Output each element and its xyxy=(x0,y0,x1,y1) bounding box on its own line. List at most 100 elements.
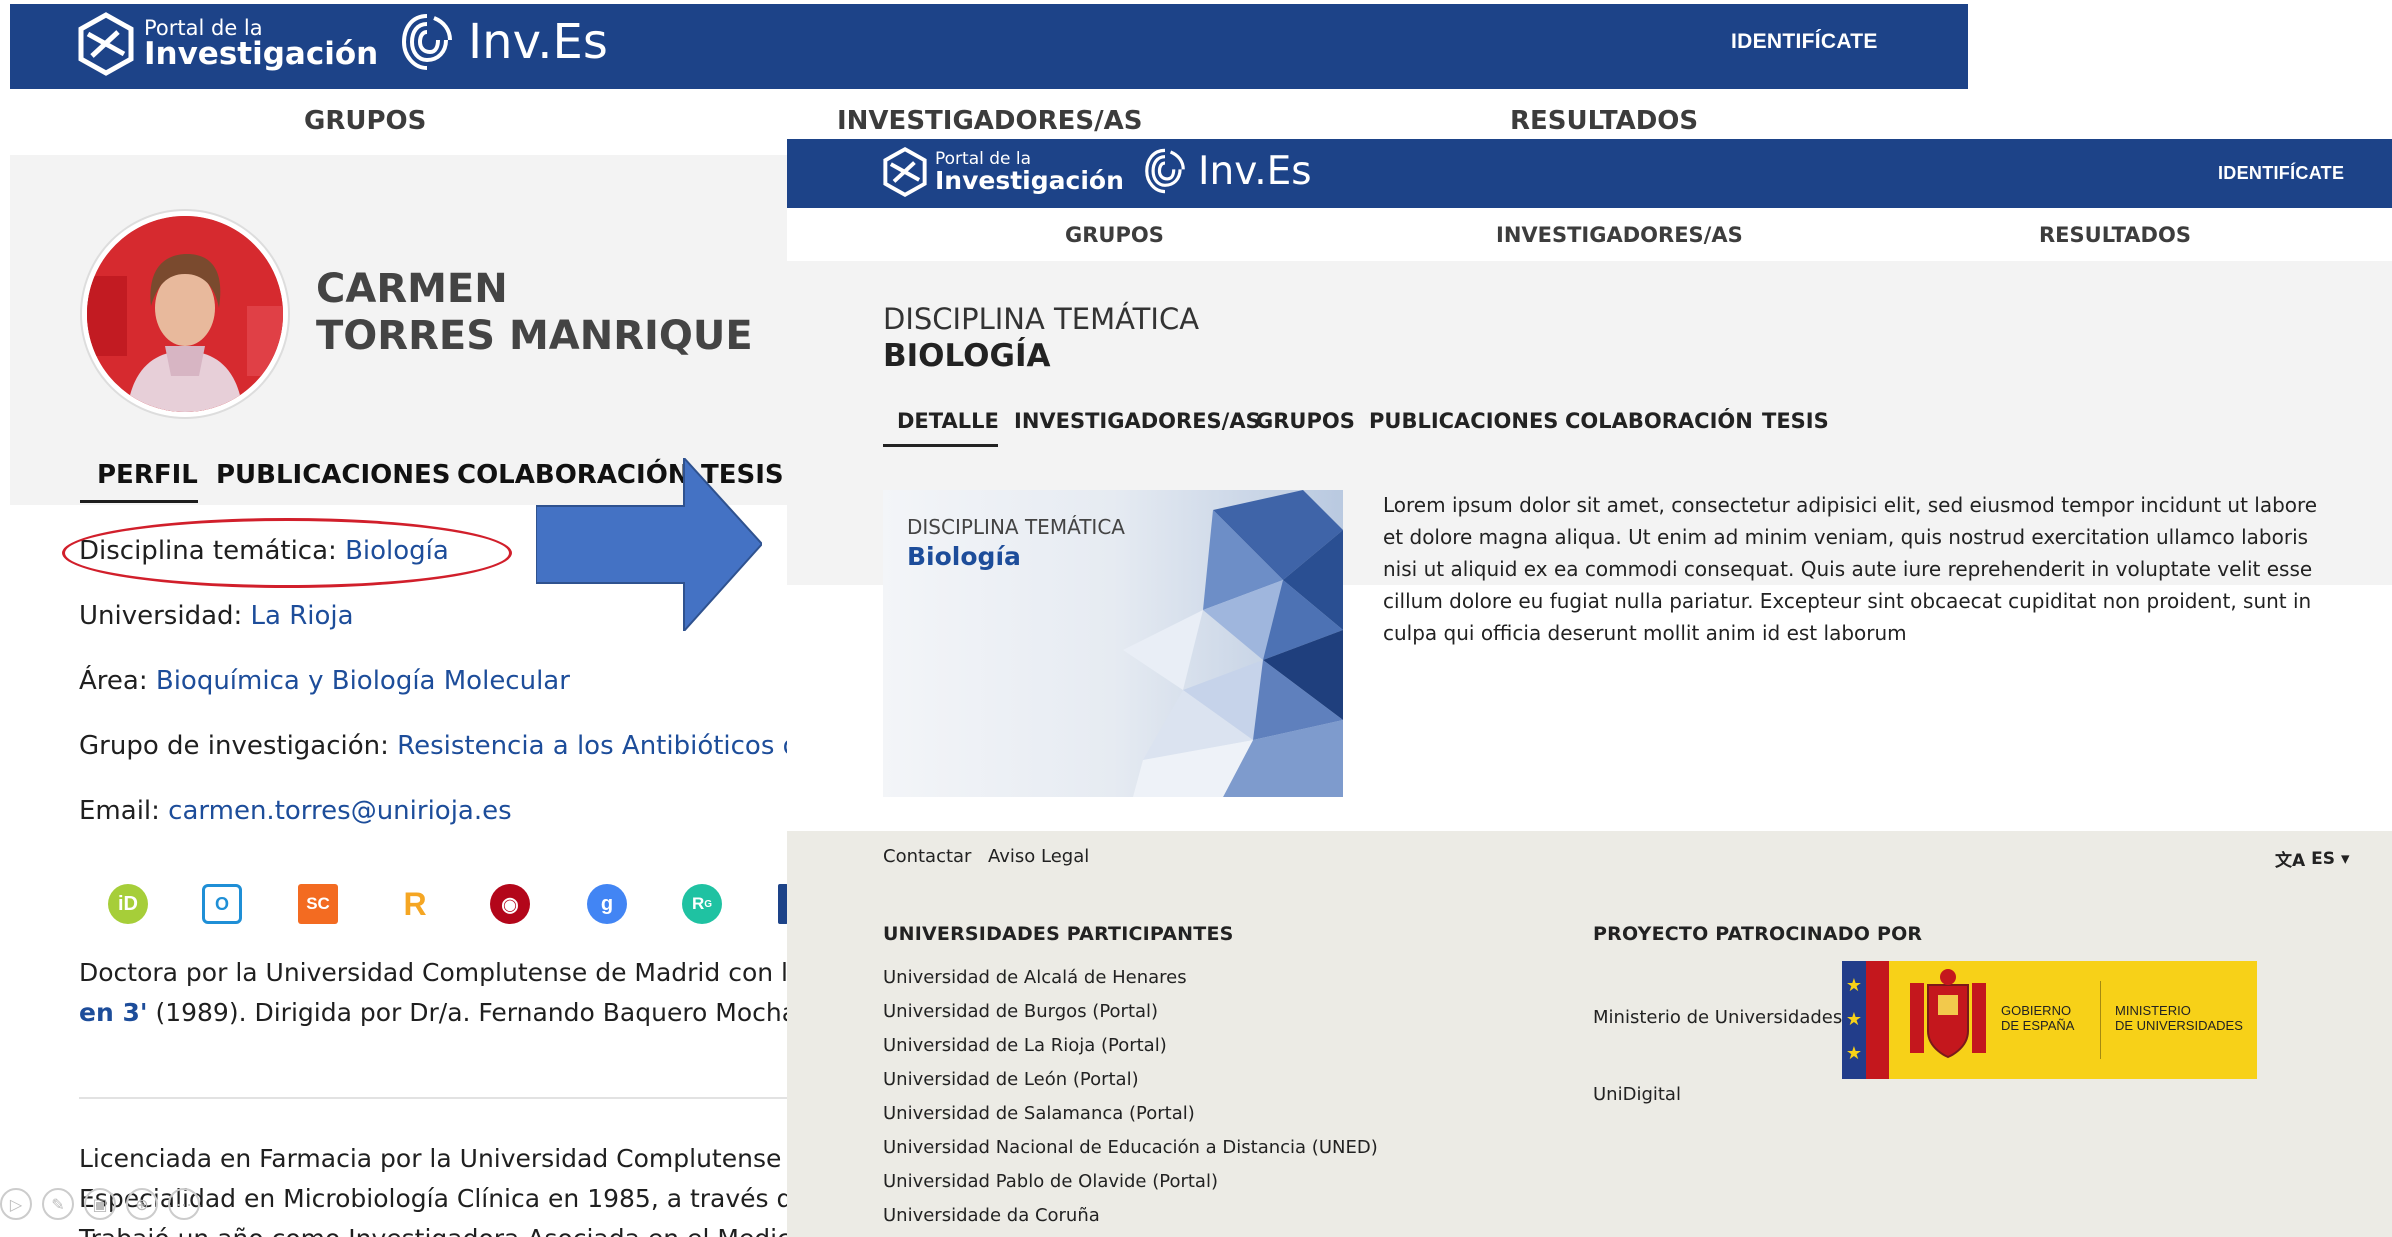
ministry-link[interactable]: Ministerio de Universidades xyxy=(1593,1007,1842,1028)
inves-logo[interactable]: Inv.Es xyxy=(398,10,608,74)
disciplina-page: Portal de la Investigación Inv.Es IDENTI… xyxy=(787,139,2392,1237)
image-icon[interactable]: ▣ xyxy=(84,1188,116,1220)
active-tab-indicator xyxy=(883,444,998,447)
university-link[interactable]: Universidad de La Rioja (Portal) xyxy=(883,1029,1378,1063)
ministry-line2: DE UNIVERSIDADES xyxy=(2115,1018,2243,1033)
universities-heading: UNIVERSIDADES PARTICIPANTES xyxy=(883,923,1234,945)
grupo-link[interactable]: Resistencia a los Antibióticos desd xyxy=(397,731,845,761)
email-link[interactable]: carmen.torres@unirioja.es xyxy=(168,796,511,826)
svg-text:★: ★ xyxy=(1846,1043,1862,1064)
site-header: Portal de la Investigación Inv.Es IDENTI… xyxy=(787,139,2392,208)
inves-text: Inv.Es xyxy=(1198,148,1312,194)
area-link[interactable]: Bioquímica y Biología Molecular xyxy=(156,666,570,696)
portal-logo[interactable]: Portal de la Investigación xyxy=(883,146,1124,198)
main-nav: GRUPOS INVESTIGADORES/AS RESULTADOS xyxy=(787,208,2392,261)
researcherid-icon[interactable]: R xyxy=(395,884,435,924)
tab-tesis[interactable]: TESIS xyxy=(1762,409,1829,433)
nav-investigadores[interactable]: INVESTIGADORES/AS xyxy=(837,106,1142,136)
gov-line1: GOBIERNO xyxy=(2001,1003,2072,1018)
inves-text: Inv.Es xyxy=(468,14,608,70)
highlight-oval-annotation xyxy=(62,518,512,588)
chevron-down-icon: ▾ xyxy=(2341,848,2350,869)
fingerprint-icon xyxy=(401,14,452,70)
thesis-text-line2: en 3' (1989). Dirigida por Dr/a. Fernand… xyxy=(79,993,819,1033)
researchgate-icon[interactable]: RG xyxy=(682,884,722,924)
nav-grupos[interactable]: GRUPOS xyxy=(1065,223,1164,247)
fingerprint-icon xyxy=(1145,148,1185,194)
university-link[interactable]: Universidad Pablo de Olavide (Portal) xyxy=(883,1165,1378,1199)
university-link[interactable]: Universidade da Coruña xyxy=(883,1199,1378,1233)
page-title: BIOLOGÍA xyxy=(883,338,1051,374)
university-link[interactable]: Universidad Nacional de Educación a Dist… xyxy=(883,1131,1378,1165)
publons-icon[interactable]: O xyxy=(202,884,242,924)
logo-big-text: Investigación xyxy=(935,166,1124,195)
login-link[interactable]: IDENTIFÍCATE xyxy=(2218,163,2344,184)
language-value: ES xyxy=(2311,848,2336,869)
svg-text:★: ★ xyxy=(1846,1009,1862,1030)
thesis-text-line1: Doctora por la Universidad Complutense d… xyxy=(79,958,804,987)
universities-list: Universidad de Alcalá de Henares Univers… xyxy=(883,961,1378,1233)
avatar-portrait xyxy=(87,216,283,412)
pen-icon[interactable]: ✎ xyxy=(42,1188,74,1220)
gov-line2: DE ESPAÑA xyxy=(2001,1018,2075,1033)
nav-investigadores[interactable]: INVESTIGADORES/AS xyxy=(1496,223,1743,247)
tab-publicaciones[interactable]: PUBLICACIONES xyxy=(1369,409,1558,433)
ministry-text: MINISTERIO DE UNIVERSIDADES xyxy=(2115,1003,2243,1033)
zoom-icon[interactable]: ⊕ xyxy=(126,1188,158,1220)
government-logo[interactable]: ★ ★ ★ GOBIERNO DE ESPAÑA MINISTERIO DE U… xyxy=(1842,961,2257,1079)
more-options-icon[interactable]: ⋯ xyxy=(168,1188,200,1220)
field-grupo: Grupo de investigación: Resistencia a lo… xyxy=(79,731,845,761)
tab-publicaciones[interactable]: PUBLICACIONES xyxy=(216,460,451,490)
nav-grupos[interactable]: GRUPOS xyxy=(304,106,426,136)
dialnet-icon[interactable]: ◉ xyxy=(490,884,530,924)
researcher-last-name: TORRES MANRIQUE xyxy=(316,313,753,359)
footer-legal-link[interactable]: Aviso Legal xyxy=(988,846,1089,867)
university-link[interactable]: Universidad de Salamanca (Portal) xyxy=(883,1097,1378,1131)
language-selector[interactable]: 文A ES ▾ xyxy=(2275,846,2350,872)
universidad-link[interactable]: La Rioja xyxy=(251,601,354,631)
site-footer: Contactar Aviso Legal 文A ES ▾ UNIVERSIDA… xyxy=(787,831,2392,1237)
inves-logo[interactable]: Inv.Es xyxy=(1142,145,1312,197)
logo-big-text: Investigación xyxy=(144,36,379,72)
university-link[interactable]: Universidad de León (Portal) xyxy=(883,1063,1378,1097)
thesis-title-link[interactable]: en 3' xyxy=(79,998,148,1027)
field-label: Grupo de investigación: xyxy=(79,731,389,761)
nav-resultados[interactable]: RESULTADOS xyxy=(2039,223,2191,247)
tab-colaboracion[interactable]: COLABORACIÓN xyxy=(1565,409,1753,433)
site-header: Portal de la Investigación Inv.Es IDENTI… xyxy=(10,4,1968,89)
university-link[interactable]: Universidad de Alcalá de Henares xyxy=(883,961,1378,995)
university-link[interactable]: Universidad de Burgos (Portal) xyxy=(883,995,1378,1029)
thesis-details: (1989). Dirigida por Dr/a. Fernando Baqu… xyxy=(147,998,820,1027)
orcid-icon[interactable]: iD xyxy=(108,884,148,924)
play-icon[interactable]: ▷ xyxy=(0,1188,32,1220)
login-link[interactable]: IDENTIFÍCATE xyxy=(1731,30,1878,54)
scopus-icon[interactable]: SC xyxy=(298,884,338,924)
avatar xyxy=(82,211,288,417)
footer-contact-link[interactable]: Contactar xyxy=(883,846,971,867)
gov-divider xyxy=(2100,981,2101,1059)
portal-logo[interactable]: Portal de la Investigación xyxy=(78,12,378,76)
tab-investigadores[interactable]: INVESTIGADORES/AS xyxy=(1014,409,1261,433)
page-kicker: DISCIPLINA TEMÁTICA xyxy=(883,302,1200,336)
field-area: Área: Bioquímica y Biología Molecular xyxy=(79,666,570,696)
researcher-name: CARMEN TORRES MANRIQUE xyxy=(316,266,753,360)
card-kicker: DISCIPLINA TEMÁTICA xyxy=(907,515,1125,539)
active-tab-indicator xyxy=(80,500,198,503)
field-universidad: Universidad: La Rioja xyxy=(79,601,354,631)
bio-line1: Licenciada en Farmacia por la Universida… xyxy=(79,1144,821,1173)
tab-detalle[interactable]: DETALLE xyxy=(897,409,999,433)
tab-grupos[interactable]: GRUPOS xyxy=(1256,409,1355,433)
field-label: Email: xyxy=(79,796,160,826)
translate-icon: 文A xyxy=(2275,851,2306,871)
field-label: Universidad: xyxy=(79,601,243,631)
unidigital-link[interactable]: UniDigital xyxy=(1593,1084,1681,1105)
portal-hexagon-icon xyxy=(78,12,134,76)
nav-resultados[interactable]: RESULTADOS xyxy=(1510,106,1698,136)
tab-perfil[interactable]: PERFIL xyxy=(97,460,198,490)
google-scholar-icon[interactable]: g xyxy=(587,884,627,924)
svg-text:★: ★ xyxy=(1846,975,1862,996)
bio-line3: Trabajó un año como Investigadora Asocia… xyxy=(79,1219,813,1237)
portal-hexagon-icon xyxy=(883,146,927,198)
field-email: Email: carmen.torres@unirioja.es xyxy=(79,796,512,826)
ministry-line1: MINISTERIO xyxy=(2115,1003,2191,1018)
